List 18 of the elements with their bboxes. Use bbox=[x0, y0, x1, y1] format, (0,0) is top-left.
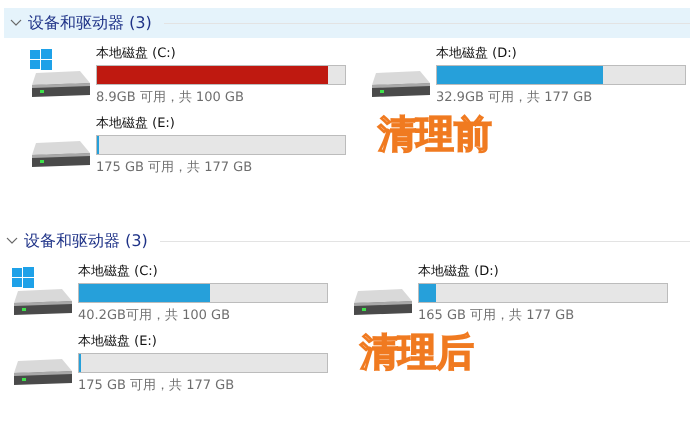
drive-space: 175 GB 可用，共 177 GB bbox=[78, 377, 236, 394]
section-title: 设备和驱动器 (3) bbox=[28, 12, 152, 34]
drive-name[interactable]: 本地磁盘 (E:) bbox=[96, 114, 346, 132]
drive-space: 165 GB 可用，共 177 GB bbox=[418, 307, 576, 324]
drive-name[interactable]: 本地磁盘 (C:) bbox=[78, 262, 328, 280]
annotation-label: 清理后 bbox=[360, 332, 474, 374]
drive-name[interactable]: 本地磁盘 (E:) bbox=[78, 332, 328, 350]
drive-name[interactable]: 本地磁盘 (C:) bbox=[96, 44, 346, 62]
drive-space: 8.9GB 可用，共 100 GB bbox=[96, 89, 245, 106]
drive-space: 32.9GB 可用，共 177 GB bbox=[436, 89, 594, 106]
section-title: 设备和驱动器 (3) bbox=[24, 230, 148, 252]
chevron-icon[interactable] bbox=[10, 19, 22, 27]
chevron-icon[interactable] bbox=[6, 237, 18, 245]
drive-space: 40.2GB可用，共 100 GB bbox=[78, 307, 232, 324]
annotation-label: 清理前 bbox=[378, 114, 492, 156]
drive-name[interactable]: 本地磁盘 (D:) bbox=[436, 44, 686, 62]
drive-name[interactable]: 本地磁盘 (D:) bbox=[418, 262, 668, 280]
drive-space: 175 GB 可用，共 177 GB bbox=[96, 159, 254, 176]
